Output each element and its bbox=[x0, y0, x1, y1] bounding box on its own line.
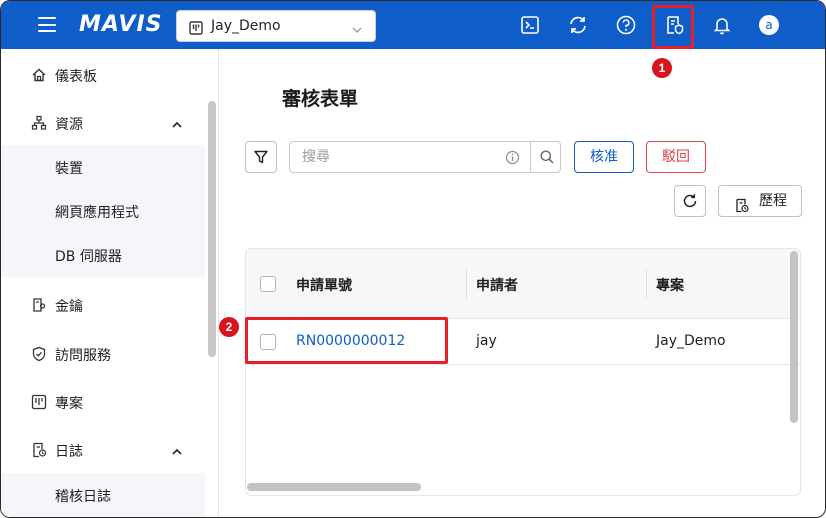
logs-submenu: 稽核日誌 bbox=[1, 473, 205, 517]
column-divider[interactable] bbox=[646, 269, 647, 299]
table-horizontal-scrollbar[interactable] bbox=[247, 483, 421, 491]
history-button-label: 歷程 bbox=[759, 193, 787, 209]
sidebar-scrollbar[interactable] bbox=[208, 101, 216, 357]
app-logo: MAVIS bbox=[79, 12, 163, 37]
shield-icon bbox=[31, 346, 47, 362]
chevron-down-icon bbox=[351, 21, 363, 40]
resources-submenu: 裝置 網頁應用程式 DB 伺服器 bbox=[1, 145, 205, 277]
reject-button[interactable]: 駁回 bbox=[646, 141, 706, 173]
refresh-icon bbox=[683, 194, 697, 208]
filter-button[interactable] bbox=[245, 141, 277, 173]
column-header-request-id: 申請單號 bbox=[296, 278, 352, 294]
sidebar-item-label: 稽核日誌 bbox=[55, 489, 111, 505]
chevron-up-icon[interactable] bbox=[171, 443, 183, 462]
history-button[interactable]: 歷程 bbox=[718, 185, 802, 217]
sidebar-item-dashboard[interactable]: 儀表板 bbox=[1, 53, 205, 97]
project-selector[interactable]: Jay_Demo bbox=[176, 10, 376, 42]
avatar[interactable]: a bbox=[759, 15, 779, 35]
approval-form-icon[interactable] bbox=[662, 13, 686, 37]
help-icon[interactable] bbox=[614, 13, 638, 37]
column-header-project: 專案 bbox=[656, 278, 684, 294]
sidebar-item-label: 金鑰 bbox=[55, 299, 83, 315]
search-button[interactable] bbox=[530, 142, 561, 172]
project-icon bbox=[31, 394, 47, 410]
top-bar: MAVIS Jay_Demo a bbox=[1, 1, 825, 49]
requests-table: 申請單號 申請者 專案 RN0000000012 jay Jay_Demo bbox=[245, 248, 801, 496]
sidebar-item-audit-log[interactable]: 稽核日誌 bbox=[1, 473, 205, 517]
sidebar-item-label: 專案 bbox=[55, 396, 83, 412]
key-icon bbox=[31, 297, 47, 313]
sidebar-item-label: 訪問服務 bbox=[55, 348, 111, 364]
hamburger-menu-icon[interactable] bbox=[38, 17, 56, 32]
sidebar-item-label: DB 伺服器 bbox=[55, 249, 122, 265]
sidebar-item-label: 資源 bbox=[55, 117, 83, 133]
sitemap-icon bbox=[31, 115, 47, 131]
column-header-applicant: 申請者 bbox=[476, 278, 518, 294]
project-board-icon bbox=[189, 20, 203, 39]
request-id-link[interactable]: RN0000000012 bbox=[296, 333, 405, 349]
sidebar-item-keys[interactable]: 金鑰 bbox=[1, 283, 205, 327]
column-divider[interactable] bbox=[466, 269, 467, 299]
step-marker-2: 2 bbox=[219, 317, 239, 337]
log-icon bbox=[31, 442, 47, 458]
sidebar-item-label: 網頁應用程式 bbox=[55, 205, 139, 221]
sidebar-item-label: 儀表板 bbox=[55, 69, 97, 85]
approve-button[interactable]: 核准 bbox=[574, 141, 634, 173]
sidebar-item-logs[interactable]: 日誌 bbox=[1, 428, 205, 472]
page-title: 審核表單 bbox=[282, 88, 359, 110]
table-header: 申請單號 申請者 專案 bbox=[246, 249, 800, 319]
sidebar-item-access-services[interactable]: 訪問服務 bbox=[1, 332, 205, 376]
sidebar-item-db-servers[interactable]: DB 伺服器 bbox=[1, 233, 205, 277]
sidebar-item-web-apps[interactable]: 網頁應用程式 bbox=[1, 189, 205, 233]
sidebar-item-devices[interactable]: 裝置 bbox=[1, 145, 205, 189]
refresh-button[interactable] bbox=[674, 185, 706, 217]
select-all-checkbox[interactable] bbox=[260, 276, 276, 292]
project-cell: Jay_Demo bbox=[656, 333, 726, 349]
table-vertical-scrollbar[interactable] bbox=[790, 251, 798, 423]
bell-icon[interactable] bbox=[710, 13, 734, 37]
search-box bbox=[289, 141, 561, 173]
search-icon bbox=[540, 150, 554, 164]
sidebar-item-projects[interactable]: 專案 bbox=[1, 380, 205, 424]
app-window: MAVIS Jay_Demo a 1 儀表板 資源 裝置 網頁應用程式 DB 伺… bbox=[0, 0, 826, 518]
sidebar: 儀表板 資源 裝置 網頁應用程式 DB 伺服器 金鑰 訪問服務 專案 日誌 稽核… bbox=[1, 49, 219, 517]
filter-icon bbox=[254, 150, 268, 164]
applicant-cell: jay bbox=[476, 333, 497, 349]
row-checkbox[interactable] bbox=[260, 334, 276, 350]
sidebar-item-resources[interactable]: 資源 bbox=[1, 101, 205, 145]
sync-icon[interactable] bbox=[566, 13, 590, 37]
sidebar-item-label: 裝置 bbox=[55, 161, 83, 177]
history-icon bbox=[735, 194, 749, 224]
info-icon[interactable] bbox=[505, 150, 520, 169]
table-row[interactable]: RN0000000012 jay Jay_Demo bbox=[246, 319, 800, 365]
chevron-up-icon[interactable] bbox=[171, 116, 183, 135]
sidebar-item-label: 日誌 bbox=[55, 444, 83, 460]
terminal-icon[interactable] bbox=[518, 13, 542, 37]
step-marker-1: 1 bbox=[652, 58, 672, 78]
home-icon bbox=[31, 67, 47, 83]
search-input[interactable] bbox=[290, 142, 530, 172]
project-selector-value: Jay_Demo bbox=[211, 18, 281, 34]
